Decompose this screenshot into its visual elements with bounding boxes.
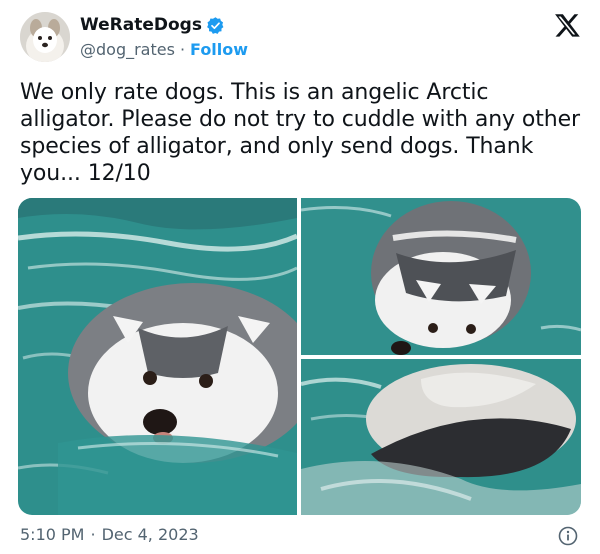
verified-badge-icon [206,16,225,35]
author-handle[interactable]: @dog_rates [80,40,175,59]
x-logo-icon[interactable] [554,13,580,39]
info-icon[interactable] [558,526,578,546]
follow-button[interactable]: Follow [190,40,248,59]
tweet-date: Dec 4, 2023 [101,525,199,544]
tweet-timestamp[interactable]: 5:10 PM · Dec 4, 2023 [20,525,199,545]
tweet-text: We only rate dogs. This is an angelic Ar… [20,80,580,186]
tweet-time: 5:10 PM [20,525,85,544]
avatar[interactable] [20,12,70,62]
tweet-card: WeRateDogs @dog_rates · Follow We only rat… [0,0,600,554]
photo-husky-swimming-head[interactable] [18,198,297,515]
media-grid [18,198,581,515]
handle-separator: · [179,40,186,59]
date-separator: · [90,525,96,544]
photo-husky-face[interactable] [301,198,581,355]
author-name-row: WeRateDogs [80,15,225,35]
photo-husky-back-swimming[interactable] [301,359,581,515]
author-handle-row: @dog_rates · Follow [80,40,248,60]
author-display-name[interactable]: WeRateDogs [80,15,202,35]
